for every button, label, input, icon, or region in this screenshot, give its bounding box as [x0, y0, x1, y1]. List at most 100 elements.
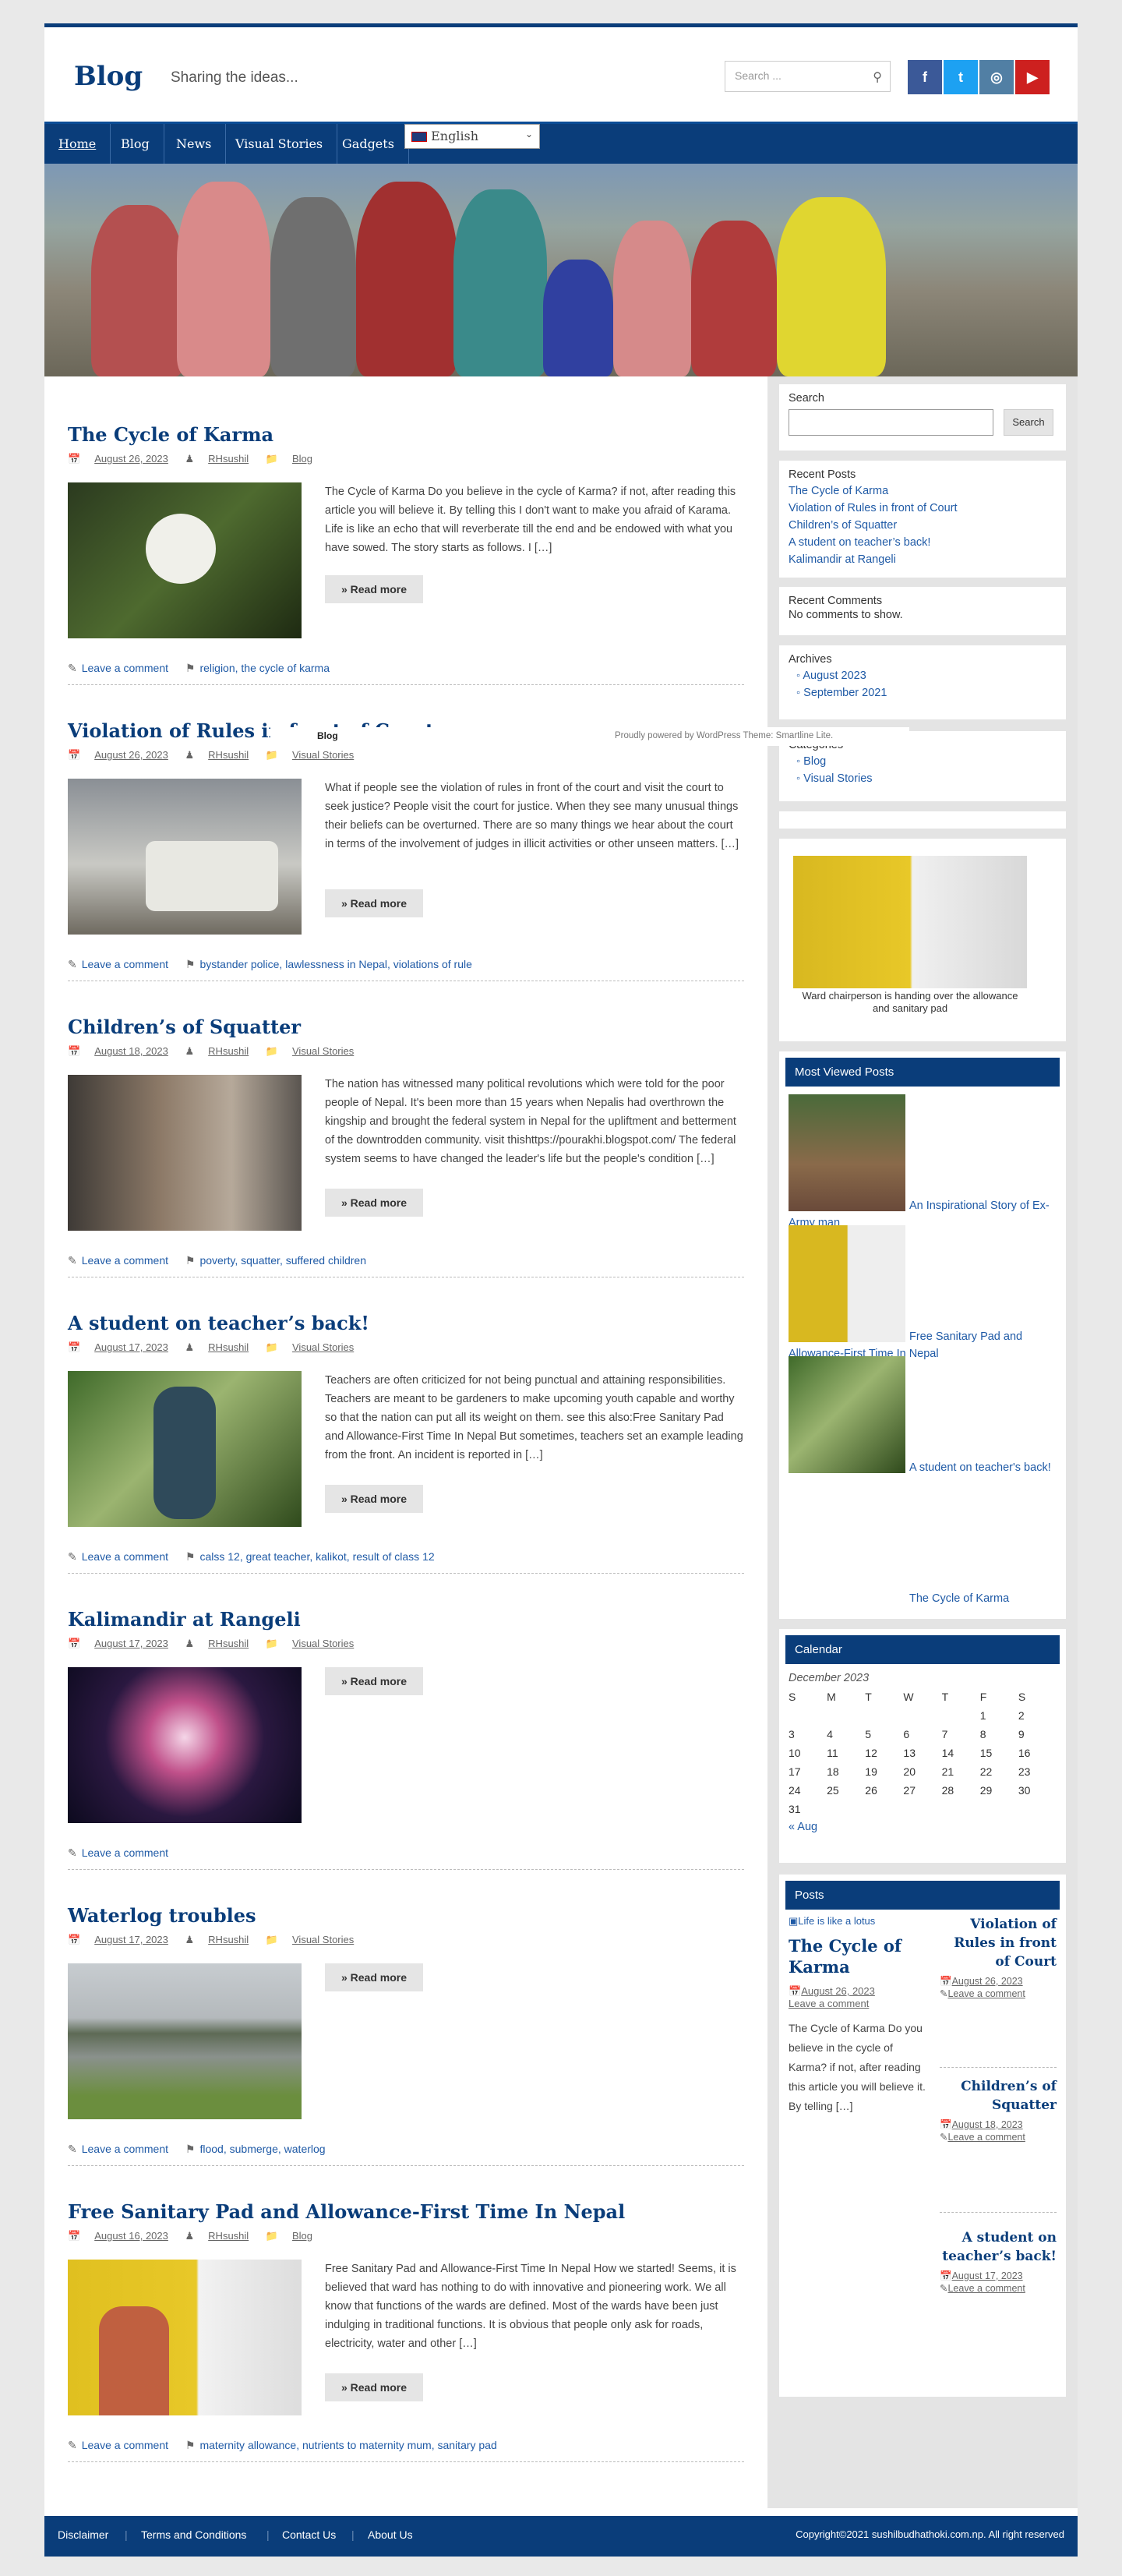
- language-select[interactable]: English ⌄: [404, 124, 540, 149]
- post-date[interactable]: August 17, 2023: [94, 1341, 168, 1353]
- nav-blog[interactable]: Blog: [107, 124, 164, 164]
- recent-post-link[interactable]: Kalimandir at Rangeli: [789, 551, 1057, 568]
- side-post-date[interactable]: August 17, 2023: [952, 2270, 1023, 2281]
- side-post-date[interactable]: August 26, 2023: [952, 1976, 1023, 1987]
- leave-comment-link[interactable]: Leave a comment: [82, 662, 168, 674]
- post-tags[interactable]: calss 12, great teacher, kalikot, result…: [199, 1550, 434, 1563]
- category-link[interactable]: ◦ Blog: [789, 753, 1057, 770]
- post-date[interactable]: August 26, 2023: [94, 749, 168, 761]
- post-thumbnail[interactable]: [68, 779, 302, 935]
- leave-comment-link[interactable]: Leave a comment: [82, 2439, 168, 2451]
- post-author[interactable]: RHsushil: [208, 1341, 249, 1353]
- post-date[interactable]: August 17, 2023: [94, 1934, 168, 1945]
- post-title[interactable]: Free Sanitary Pad and Allowance-First Ti…: [68, 2200, 625, 2223]
- post-thumbnail[interactable]: [68, 1963, 302, 2119]
- side-post-date[interactable]: August 18, 2023: [952, 2119, 1023, 2130]
- post-title[interactable]: Children’s of Squatter: [68, 1016, 301, 1038]
- most-viewed-thumbnail[interactable]: [789, 1225, 905, 1342]
- read-more-button[interactable]: » Read more: [325, 889, 423, 917]
- post-title[interactable]: The Cycle of Karma: [68, 423, 273, 446]
- post-category[interactable]: Visual Stories: [292, 1934, 354, 1945]
- post-thumbnail[interactable]: [68, 2260, 302, 2415]
- read-more-button[interactable]: » Read more: [325, 1667, 423, 1695]
- post-title[interactable]: A student on teacher’s back!: [68, 1312, 369, 1334]
- category-link[interactable]: ◦ Visual Stories: [789, 770, 1057, 787]
- read-more-button[interactable]: » Read more: [325, 1189, 423, 1217]
- post-title[interactable]: Kalimandir at Rangeli: [68, 1608, 301, 1631]
- side-post-comment[interactable]: Leave a comment: [947, 1988, 1025, 1999]
- featured-post-date[interactable]: August 26, 2023: [801, 1985, 875, 1997]
- leave-comment-link[interactable]: Leave a comment: [82, 2143, 168, 2155]
- post-tags[interactable]: bystander police, lawlessness in Nepal, …: [199, 958, 471, 970]
- ward-chairperson-image[interactable]: [793, 856, 1027, 988]
- most-viewed-link[interactable]: The Cycle of Karma: [789, 1590, 1061, 1607]
- post-category[interactable]: Blog: [292, 2230, 312, 2242]
- featured-post-title[interactable]: The Cycle of Karma: [789, 1935, 929, 1977]
- post-category[interactable]: Visual Stories: [292, 749, 354, 761]
- post-category[interactable]: Blog: [292, 453, 312, 465]
- read-more-button[interactable]: » Read more: [325, 575, 423, 603]
- post-date[interactable]: August 17, 2023: [94, 1638, 168, 1649]
- post-author[interactable]: RHsushil: [208, 1045, 249, 1057]
- leave-comment-link[interactable]: Leave a comment: [82, 958, 168, 970]
- post-author[interactable]: RHsushil: [208, 1638, 249, 1649]
- youtube-icon[interactable]: ▶: [1015, 60, 1050, 94]
- search-icon[interactable]: ⚲: [873, 69, 882, 85]
- archive-link[interactable]: ◦ August 2023: [789, 667, 1057, 684]
- featured-post-comment[interactable]: Leave a comment: [789, 1998, 929, 2009]
- read-more-button[interactable]: » Read more: [325, 2373, 423, 2401]
- sidebar-search-button[interactable]: Search: [1004, 409, 1053, 436]
- facebook-icon[interactable]: f: [908, 60, 942, 94]
- post-date[interactable]: August 26, 2023: [94, 453, 168, 465]
- sidebar-search-input[interactable]: [789, 409, 993, 436]
- side-post-comment[interactable]: Leave a comment: [947, 2283, 1025, 2294]
- post-tags[interactable]: poverty, squatter, suffered children: [199, 1254, 366, 1267]
- post-tags[interactable]: flood, submerge, waterlog: [199, 2143, 325, 2155]
- post-thumbnail[interactable]: [68, 1371, 302, 1527]
- nav-home[interactable]: Home: [44, 124, 111, 164]
- side-post-title[interactable]: Violation of Rules in front of Court: [940, 1915, 1057, 1971]
- recent-post-link[interactable]: A student on teacher’s back!: [789, 534, 1057, 551]
- post-category[interactable]: Visual Stories: [292, 1341, 354, 1353]
- post-tags[interactable]: religion, the cycle of karma: [199, 662, 330, 674]
- most-viewed-thumbnail[interactable]: [789, 1356, 905, 1473]
- archive-link[interactable]: ◦ September 2021: [789, 684, 1057, 701]
- post-thumbnail[interactable]: [68, 1075, 302, 1231]
- footer-link-contact[interactable]: Contact Us: [282, 2528, 336, 2541]
- footer-link-disclaimer[interactable]: Disclaimer: [58, 2528, 108, 2541]
- header-search-input[interactable]: Search ... ⚲: [725, 61, 891, 92]
- leave-comment-link[interactable]: Leave a comment: [82, 1254, 168, 1267]
- read-more-button[interactable]: » Read more: [325, 1963, 423, 1991]
- post-thumbnail[interactable]: [68, 1667, 302, 1823]
- site-logo[interactable]: Blog: [74, 61, 143, 92]
- post-date[interactable]: August 18, 2023: [94, 1045, 168, 1057]
- nav-gadgets[interactable]: Gadgets: [328, 124, 409, 164]
- footer-link-about[interactable]: About Us: [368, 2528, 413, 2541]
- recent-post-link[interactable]: Violation of Rules in front of Court: [789, 500, 1057, 517]
- post-category[interactable]: Visual Stories: [292, 1638, 354, 1649]
- twitter-icon[interactable]: t: [944, 60, 978, 94]
- post-date[interactable]: August 16, 2023: [94, 2230, 168, 2242]
- calendar-prev-link[interactable]: « Aug: [789, 1818, 1057, 1836]
- nav-news[interactable]: News: [162, 124, 227, 164]
- post-tags[interactable]: maternity allowance, nutrients to matern…: [199, 2439, 496, 2451]
- post-thumbnail[interactable]: [68, 482, 302, 638]
- post-author[interactable]: RHsushil: [208, 2230, 249, 2242]
- side-post-comment[interactable]: Leave a comment: [947, 2132, 1025, 2143]
- recent-post-link[interactable]: The Cycle of Karma: [789, 482, 1057, 500]
- post-image-link[interactable]: ▣Life is like a lotus: [789, 1915, 929, 1928]
- most-viewed-link[interactable]: A student on teacher's back!: [789, 1459, 1061, 1476]
- post-category[interactable]: Visual Stories: [292, 1045, 354, 1057]
- post-author[interactable]: RHsushil: [208, 453, 249, 465]
- nav-visual-stories[interactable]: Visual Stories: [221, 124, 338, 164]
- most-viewed-thumbnail[interactable]: [789, 1094, 905, 1211]
- leave-comment-link[interactable]: Leave a comment: [82, 1846, 168, 1859]
- side-post-title[interactable]: A student on teacher’s back!: [940, 2228, 1057, 2266]
- footer-link-terms[interactable]: Terms and Conditions: [141, 2528, 246, 2541]
- post-author[interactable]: RHsushil: [208, 749, 249, 761]
- leave-comment-link[interactable]: Leave a comment: [82, 1550, 168, 1563]
- post-author[interactable]: RHsushil: [208, 1934, 249, 1945]
- side-post-title[interactable]: Children’s of Squatter: [940, 2077, 1057, 2115]
- recent-post-link[interactable]: Children’s of Squatter: [789, 517, 1057, 534]
- read-more-button[interactable]: » Read more: [325, 1485, 423, 1513]
